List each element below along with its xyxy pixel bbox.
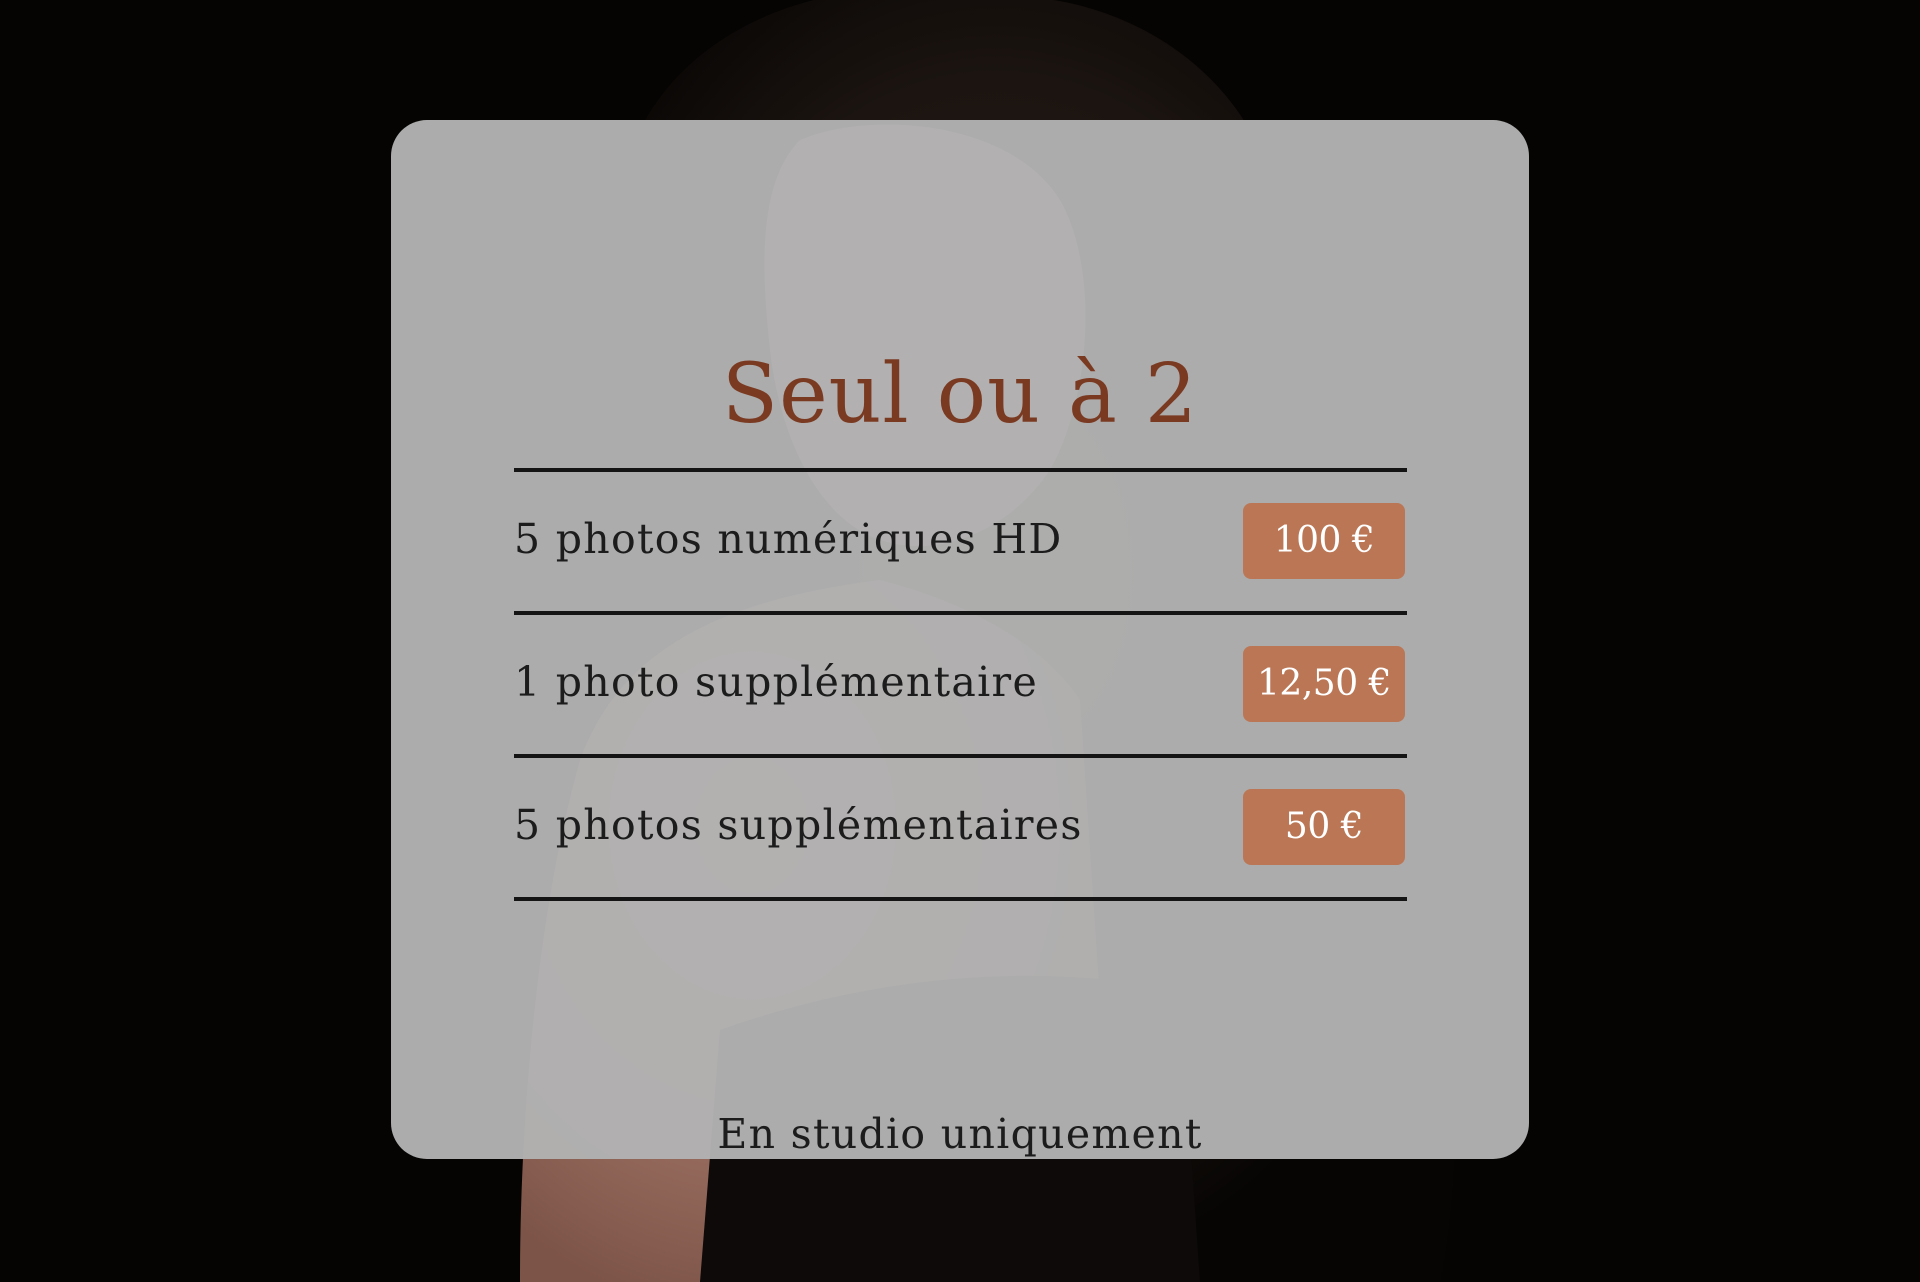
pricing-card: Seul ou à 2 5 photos numériques HD 100 €… <box>391 120 1529 1159</box>
price-badge-hd-photos: 100 € <box>1243 503 1405 579</box>
divider-line <box>514 611 1407 615</box>
offer-label-extra-five-photos: 5 photos supplémentaires <box>514 801 1083 849</box>
pricing-title: Seul ou à 2 <box>721 347 1199 442</box>
divider-line <box>514 468 1407 472</box>
pricing-slide: Seul ou à 2 5 photos numériques HD 100 €… <box>0 0 1920 1282</box>
offer-label-hd-photos: 5 photos numériques HD <box>514 515 1063 563</box>
divider-line <box>514 897 1407 901</box>
offer-label-extra-photo: 1 photo supplémentaire <box>514 658 1039 706</box>
divider-line <box>514 754 1407 758</box>
studio-only-note: En studio uniquement <box>717 1110 1203 1158</box>
price-badge-extra-five-photos: 50 € <box>1243 789 1405 865</box>
price-badge-extra-photo: 12,50 € <box>1243 646 1405 722</box>
